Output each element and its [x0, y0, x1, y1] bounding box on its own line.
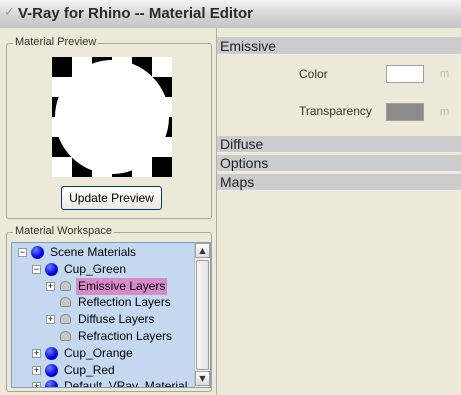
- collapse-icon[interactable]: −: [32, 264, 41, 274]
- tree-item[interactable]: + Diffuse Layers: [12, 311, 195, 328]
- tree-item[interactable]: Reflection Layers: [12, 294, 195, 311]
- transparency-label: Transparency: [299, 104, 372, 118]
- tree-item-label: Reflection Layers: [78, 295, 171, 310]
- scroll-thumb[interactable]: [196, 260, 209, 370]
- color-map-button[interactable]: m: [440, 68, 449, 80]
- emissive-color-swatch[interactable]: [386, 65, 424, 83]
- options-section-header[interactable]: Options: [217, 155, 461, 172]
- material-preview-image: [52, 57, 172, 177]
- window-title: V-Ray for Rhino -- Material Editor: [18, 5, 254, 22]
- material-preview-label: Material Preview: [13, 36, 99, 48]
- material-editor-window: ✓ V-Ray for Rhino -- Material Editor Mat…: [0, 0, 461, 395]
- layer-icon: [60, 280, 71, 291]
- title-bar[interactable]: ✓ V-Ray for Rhino -- Material Editor: [0, 0, 461, 28]
- expand-icon[interactable]: +: [32, 365, 41, 375]
- tree-item-label: Diffuse Layers: [78, 312, 155, 327]
- vray-icon: ✓: [4, 5, 15, 20]
- material-ball-icon: [45, 346, 58, 360]
- tree-item-label: Emissive Layers: [76, 277, 168, 295]
- tree-item-label: Cup_Red: [64, 362, 115, 377]
- diffuse-section-header[interactable]: Diffuse: [217, 136, 461, 153]
- tree-item[interactable]: + Cup_Orange: [12, 345, 195, 362]
- tree-item-label: Refraction Layers: [78, 329, 173, 343]
- material-ball-icon: [45, 363, 58, 377]
- expand-icon[interactable]: +: [46, 281, 55, 291]
- emissive-section-header[interactable]: Emissive: [217, 37, 461, 55]
- collapse-icon[interactable]: −: [18, 248, 27, 257]
- preview-sphere: [55, 60, 169, 174]
- expand-icon[interactable]: +: [32, 382, 41, 387]
- scroll-down-icon[interactable]: ▼: [195, 371, 210, 386]
- expand-icon[interactable]: +: [32, 348, 41, 358]
- material-ball-icon: [45, 380, 58, 387]
- tree-item[interactable]: + Default_VRay_Material: [12, 378, 195, 388]
- tree-item[interactable]: − Cup_Green: [12, 261, 195, 278]
- material-ball-icon: [45, 262, 58, 276]
- tree-item-label: Cup_Orange: [64, 345, 133, 360]
- checker-square: [152, 157, 172, 177]
- tree-item-label: Scene Materials: [50, 245, 137, 259]
- transparency-map-button[interactable]: m: [440, 106, 449, 118]
- tree-item[interactable]: + Cup_Red: [12, 362, 195, 379]
- panel-divider[interactable]: [216, 28, 217, 395]
- tree-item[interactable]: + Emissive Layers: [12, 277, 195, 295]
- color-label: Color: [299, 67, 328, 81]
- layer-icon: [60, 297, 71, 308]
- checker-square: [52, 57, 72, 77]
- update-preview-button[interactable]: Update Preview: [61, 186, 162, 210]
- maps-section-header[interactable]: Maps: [217, 174, 461, 191]
- layer-icon: [60, 331, 71, 341]
- tree-item-label: Cup_Green: [64, 261, 127, 276]
- tree-scrollbar[interactable]: ▲ ▼: [194, 243, 210, 387]
- layer-icon: [60, 314, 71, 325]
- material-tree[interactable]: − Scene Materials − Cup_Green + Emissive Laye…: [11, 242, 211, 388]
- material-ball-icon: [31, 246, 44, 259]
- emissive-transparency-swatch[interactable]: [386, 103, 424, 121]
- tree-item[interactable]: Refraction Layers: [12, 328, 195, 345]
- expand-icon[interactable]: +: [46, 315, 55, 325]
- material-workspace-label: Material Workspace: [13, 225, 114, 237]
- tree-item-label: Default_VRay_Material: [64, 379, 188, 388]
- tree-item[interactable]: − Scene Materials: [12, 244, 195, 261]
- scroll-up-icon[interactable]: ▲: [195, 243, 210, 258]
